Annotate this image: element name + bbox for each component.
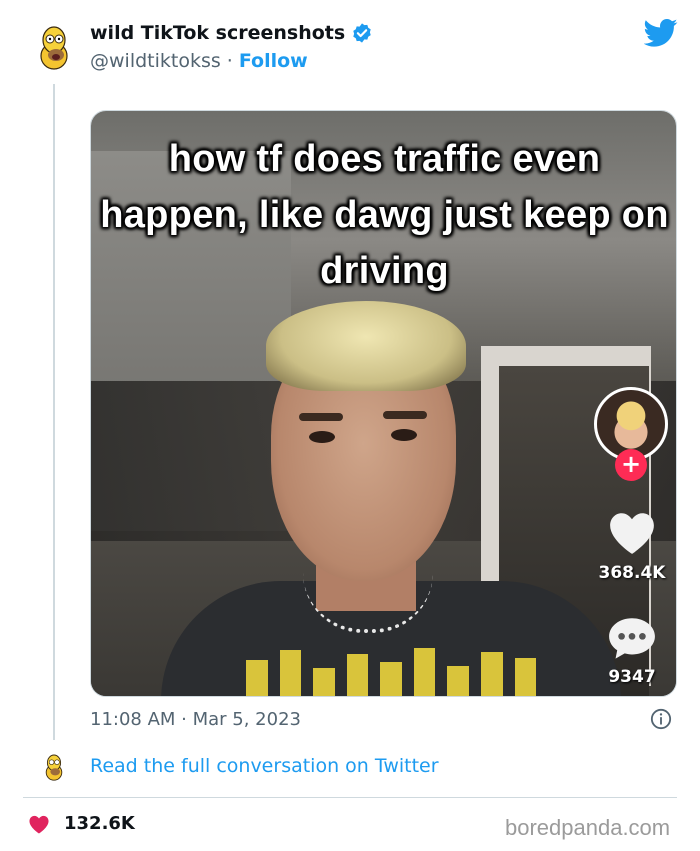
handle-row: @wildtiktokss · Follow xyxy=(90,50,308,72)
thread-line xyxy=(53,84,55,740)
display-name-row[interactable]: wild TikTok screenshots xyxy=(90,22,373,44)
likes-count: 132.6K xyxy=(64,813,135,834)
info-icon[interactable] xyxy=(650,708,672,730)
tweet-timestamp[interactable]: 11:08 AM · Mar 5, 2023 xyxy=(90,709,301,730)
account-avatar-icon[interactable] xyxy=(34,22,74,72)
video-likes-count: 368.4K xyxy=(598,563,666,583)
footer-divider xyxy=(23,797,677,798)
account-handle[interactable]: @wildtiktokss xyxy=(90,50,221,72)
read-full-conversation-link[interactable]: Read the full conversation on Twitter xyxy=(90,755,439,777)
separator-dot: · xyxy=(226,50,233,72)
heart-icon[interactable] xyxy=(607,509,657,555)
boredpanda-watermark: boredpanda.com xyxy=(505,815,671,840)
follow-button[interactable]: Follow xyxy=(239,50,308,72)
tweet-media-image[interactable]: how tf does traffic even happen, like da… xyxy=(90,110,677,697)
person-hair xyxy=(266,301,466,391)
video-caption: how tf does traffic even happen, like da… xyxy=(100,138,669,292)
account-avatar-small-icon xyxy=(45,754,63,781)
shirt-print xyxy=(246,646,537,696)
display-name[interactable]: wild TikTok screenshots xyxy=(90,22,345,44)
comment-icon[interactable] xyxy=(607,615,657,661)
embedded-tweet: wild TikTok screenshots @wildtiktokss · … xyxy=(0,0,700,851)
verified-badge-icon xyxy=(353,23,371,43)
follow-plus-icon[interactable]: + xyxy=(615,449,647,481)
heart-icon[interactable] xyxy=(28,814,50,834)
video-comments-count: 9347 xyxy=(608,667,656,687)
twitter-bird-icon[interactable] xyxy=(644,18,678,48)
